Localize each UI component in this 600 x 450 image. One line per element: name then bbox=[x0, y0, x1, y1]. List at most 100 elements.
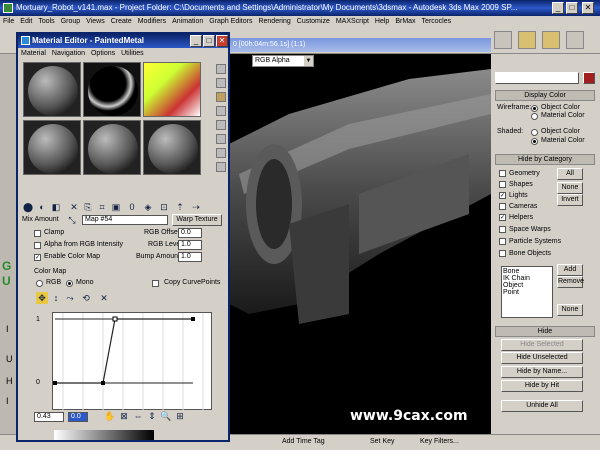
mono-radio[interactable] bbox=[66, 280, 73, 287]
unhide-all-button[interactable]: Unhide All bbox=[501, 400, 583, 412]
zoom-horizontal-icon[interactable]: ⇔ bbox=[132, 410, 144, 422]
hide-unselected-button[interactable]: Hide Unselected bbox=[501, 352, 583, 364]
assign-material-icon[interactable]: ◧ bbox=[50, 201, 62, 213]
scale-point-icon[interactable]: ↕ bbox=[50, 292, 62, 304]
toolbar-icon-1[interactable] bbox=[494, 31, 512, 49]
color-swatch[interactable] bbox=[583, 72, 595, 84]
shaded-object-color-radio[interactable] bbox=[531, 129, 538, 136]
category-geometry-checkbox[interactable] bbox=[499, 170, 506, 177]
list-none-button[interactable]: None bbox=[557, 304, 583, 316]
list-item[interactable]: Bone bbox=[503, 268, 551, 275]
clamp-checkbox[interactable] bbox=[34, 230, 41, 237]
video-color-check-icon[interactable] bbox=[216, 120, 226, 130]
set-key-button[interactable]: Set Key bbox=[370, 438, 395, 445]
copy-curve-points-checkbox[interactable] bbox=[152, 280, 159, 287]
menu-animation[interactable]: Animation bbox=[169, 16, 206, 28]
rollout-hide-by-category[interactable]: Hide by Category bbox=[495, 154, 595, 165]
curve-y-input[interactable]: 0.0 bbox=[68, 412, 88, 422]
category-shapes-checkbox[interactable] bbox=[499, 181, 506, 188]
delete-point-icon[interactable]: ✕ bbox=[98, 292, 110, 304]
backlight-icon[interactable] bbox=[216, 78, 226, 88]
get-material-icon[interactable]: ⬤ bbox=[22, 201, 34, 213]
menu-maxscript[interactable]: MAXScript bbox=[333, 16, 372, 28]
shaded-material-color-radio[interactable] bbox=[531, 138, 538, 145]
reset-curves-icon[interactable]: ⟲ bbox=[80, 292, 92, 304]
add-time-tag-button[interactable]: Add Time Tag bbox=[282, 438, 325, 445]
sample-slot-2[interactable] bbox=[83, 62, 141, 117]
all-button[interactable]: All bbox=[557, 168, 583, 180]
put-to-scene-icon[interactable]: ◐ bbox=[36, 201, 48, 213]
minimize-icon[interactable]: _ bbox=[552, 2, 564, 14]
remove-button[interactable]: Remove bbox=[557, 276, 584, 288]
mat-menu-utilities[interactable]: Utilities bbox=[118, 48, 147, 59]
menu-rendering[interactable]: Rendering bbox=[255, 16, 293, 28]
menu-graph-editors[interactable]: Graph Editors bbox=[206, 16, 255, 28]
none-button[interactable]: None bbox=[557, 182, 583, 194]
sample-uv-tiling-icon[interactable] bbox=[216, 106, 226, 116]
sample-type-icon[interactable] bbox=[216, 64, 226, 74]
close-icon[interactable]: ✕ bbox=[582, 2, 594, 14]
category-cameras-checkbox[interactable] bbox=[499, 203, 506, 210]
menu-customize[interactable]: Customize bbox=[294, 16, 333, 28]
rendered-viewport[interactable] bbox=[229, 54, 491, 434]
toolbar-icon-4[interactable] bbox=[566, 31, 584, 49]
menu-file[interactable]: File bbox=[0, 16, 17, 28]
make-unique-icon[interactable]: ⌗ bbox=[96, 201, 108, 213]
go-forward-sibling-icon[interactable]: ⇢ bbox=[190, 201, 202, 213]
menu-modifiers[interactable]: Modifiers bbox=[135, 16, 169, 28]
rgb-radio[interactable] bbox=[36, 280, 43, 287]
menu-edit[interactable]: Edit bbox=[17, 16, 35, 28]
show-map-icon[interactable]: ◈ bbox=[142, 201, 154, 213]
curve-x-input[interactable]: 0.43 bbox=[34, 412, 64, 422]
category-list[interactable]: Bone IK Chain Object Point bbox=[501, 266, 553, 318]
sample-slot-3-active[interactable] bbox=[143, 62, 201, 117]
rollout-display-color[interactable]: Display Color bbox=[495, 90, 595, 101]
add-button[interactable]: Add bbox=[557, 264, 583, 276]
category-lights-checkbox[interactable]: ✓ bbox=[499, 192, 506, 199]
menu-group[interactable]: Group bbox=[58, 16, 83, 28]
make-preview-icon[interactable] bbox=[216, 134, 226, 144]
zoom-vertical-icon[interactable]: ⇕ bbox=[146, 410, 158, 422]
alpha-rgb-checkbox[interactable] bbox=[34, 242, 41, 249]
material-minimize-icon[interactable]: _ bbox=[190, 35, 202, 47]
name-field[interactable] bbox=[495, 72, 579, 84]
add-point-icon[interactable]: ⤳ bbox=[64, 292, 76, 304]
hide-by-name-button[interactable]: Hide by Name... bbox=[501, 366, 583, 378]
hide-selected-button[interactable]: Hide Selected bbox=[501, 339, 583, 351]
sample-slot-4[interactable] bbox=[23, 120, 81, 175]
mat-menu-material[interactable]: Material bbox=[18, 48, 49, 59]
material-effects-channel-icon[interactable]: 0 bbox=[126, 201, 138, 213]
go-to-parent-icon[interactable]: ⇡ bbox=[174, 201, 186, 213]
invert-button[interactable]: Invert bbox=[557, 194, 583, 206]
menu-create[interactable]: Create bbox=[108, 16, 135, 28]
put-to-library-icon[interactable]: ▣ bbox=[110, 201, 122, 213]
zoom-region-icon[interactable]: ⊞ bbox=[174, 410, 186, 422]
map-name-field[interactable]: Map #54 bbox=[82, 215, 168, 225]
wireframe-object-color-radio[interactable] bbox=[531, 105, 538, 112]
mat-menu-options[interactable]: Options bbox=[88, 48, 118, 59]
category-particle-systems-checkbox[interactable] bbox=[499, 238, 506, 245]
material-maximize-icon[interactable]: □ bbox=[203, 35, 215, 47]
pick-material-icon[interactable]: ⤡ bbox=[66, 214, 78, 226]
curve-graph[interactable] bbox=[52, 312, 212, 411]
warp-texture-button[interactable]: Warp Texture bbox=[172, 214, 222, 226]
maximize-icon[interactable]: □ bbox=[566, 2, 578, 14]
category-helpers-checkbox[interactable]: ✓ bbox=[499, 214, 506, 221]
make-copy-icon[interactable]: ⎘ bbox=[82, 201, 94, 213]
wireframe-material-color-radio[interactable] bbox=[531, 113, 538, 120]
material-close-icon[interactable]: ✕ bbox=[216, 35, 228, 47]
move-point-icon[interactable]: ✥ bbox=[36, 292, 48, 304]
toolbar-icon-3[interactable] bbox=[542, 31, 560, 49]
select-by-material-icon[interactable] bbox=[216, 162, 226, 172]
reset-map-icon[interactable]: ✕ bbox=[68, 201, 80, 213]
menu-tools[interactable]: Tools bbox=[35, 16, 57, 28]
sample-slot-6[interactable] bbox=[143, 120, 201, 175]
sample-slot-1[interactable] bbox=[23, 62, 81, 117]
sample-slot-5[interactable] bbox=[83, 120, 141, 175]
options-icon[interactable] bbox=[216, 148, 226, 158]
zoom-icon[interactable]: 🔍 bbox=[160, 410, 172, 422]
pan-icon[interactable]: ✋ bbox=[104, 410, 116, 422]
toolbar-icon-2[interactable] bbox=[518, 31, 536, 49]
rollout-hide[interactable]: Hide bbox=[495, 326, 595, 337]
list-item[interactable]: Point bbox=[503, 289, 551, 296]
